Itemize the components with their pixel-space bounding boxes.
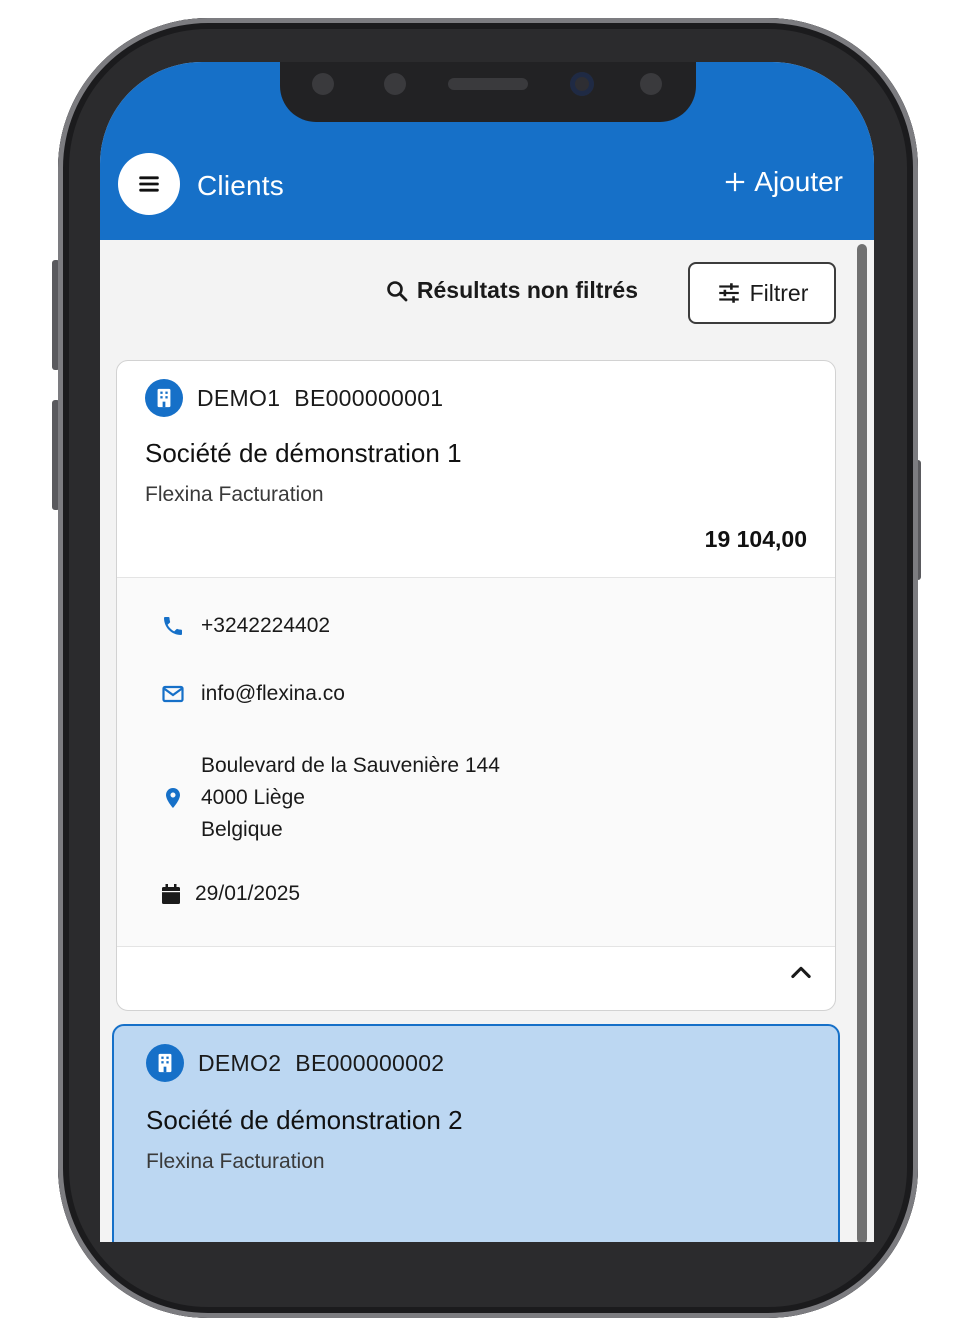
client-name: Société de démonstration 1 (145, 438, 462, 468)
results-label: Résultats non filtrés (416, 277, 638, 303)
client-card-selected[interactable]: DEMO2 BE000000002 Société de démonstrati… (112, 1024, 840, 1242)
filter-label: Filtrer (749, 279, 809, 306)
filter-button[interactable]: Filtrer (688, 262, 836, 324)
sensor-dot (312, 73, 334, 95)
address-row[interactable]: Boulevard de la Sauvenière 144 4000 Lièg… (161, 750, 500, 846)
menu-button[interactable] (118, 153, 180, 215)
client-company: Flexina Facturation (145, 483, 324, 506)
location-pin-icon (166, 788, 180, 808)
client-amount: 19 104,00 (704, 526, 807, 552)
phone-row[interactable]: +3242224402 (161, 614, 330, 638)
client-vat: BE000000002 (295, 1049, 445, 1076)
plus-icon (726, 172, 745, 192)
address-country: Belgique (201, 818, 283, 841)
client-card-header: DEMO1 BE000000001 (145, 379, 443, 417)
client-code: DEMO2 (198, 1049, 282, 1076)
page-title: Clients (197, 170, 284, 201)
app-bar: Clients Ajouter (100, 62, 874, 240)
client-card-header: DEMO2 BE000000002 (146, 1044, 444, 1082)
phone-screen: Clients Ajouter Résultats non filtrés Fi… (100, 62, 874, 1242)
phone-icon (164, 617, 182, 635)
address-street: Boulevard de la Sauvenière 144 (201, 754, 500, 777)
search-icon (387, 280, 408, 301)
front-camera (570, 72, 594, 96)
client-card[interactable]: DEMO1 BE000000001 Société de démonstrati… (116, 360, 836, 1011)
client-name: Société de démonstration 2 (146, 1105, 463, 1135)
calendar-icon (162, 884, 180, 904)
email-address: info@flexina.co (201, 682, 345, 705)
sensor-dot (640, 73, 662, 95)
email-row[interactable]: info@flexina.co (161, 682, 345, 706)
add-button-label: Ajouter (754, 166, 843, 197)
hamburger-menu-icon (139, 176, 159, 192)
mail-icon (162, 685, 184, 703)
client-code: DEMO1 (197, 384, 281, 411)
date-row: 29/01/2025 (159, 882, 300, 906)
client-vat: BE000000001 (294, 384, 444, 411)
address-city: 4000 Liège (201, 786, 305, 809)
add-client-button[interactable]: Ajouter (724, 162, 843, 202)
results-indicator: Résultats non filtrés (385, 277, 638, 304)
phone-number: +3242224402 (201, 614, 331, 637)
scrollbar[interactable] (857, 244, 867, 1242)
building-icon (146, 1044, 184, 1082)
address-block: Boulevard de la Sauvenière 144 4000 Lièg… (201, 750, 500, 846)
tune-icon (718, 283, 739, 303)
client-details: +3242224402 info@flexina.co Boulevard de… (117, 577, 835, 947)
building-icon (145, 379, 183, 417)
client-date: 29/01/2025 (195, 882, 301, 905)
speaker-grille (448, 78, 528, 90)
client-company: Flexina Facturation (146, 1150, 325, 1173)
chevron-up-icon[interactable] (787, 959, 815, 987)
sensor-dot (384, 73, 406, 95)
phone-notch (280, 62, 696, 122)
